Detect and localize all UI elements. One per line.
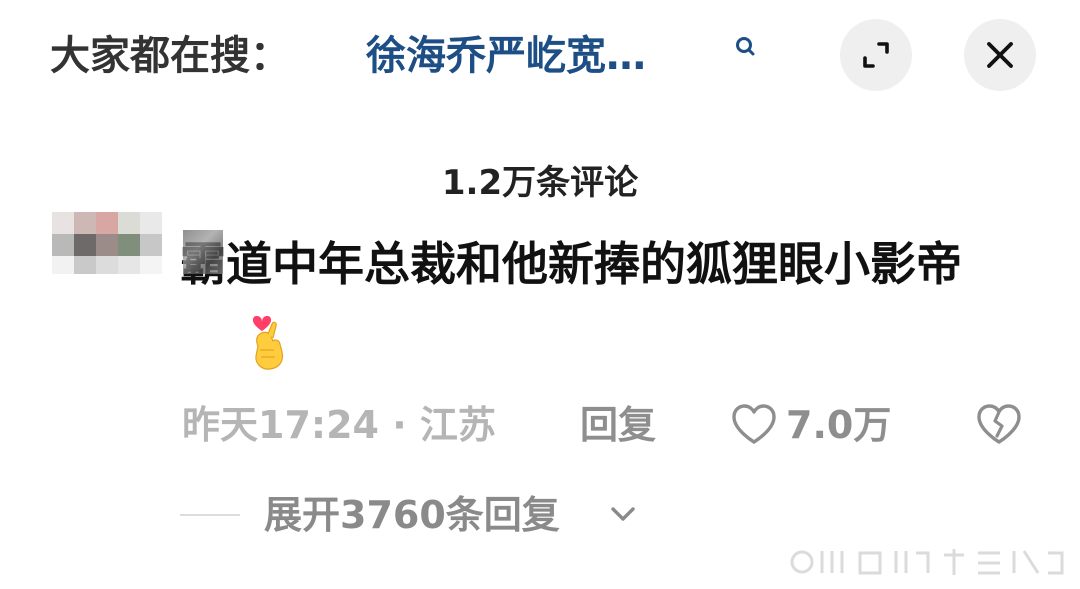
comment-time-location: 昨天17:24 · 江苏: [182, 403, 496, 447]
comment-count-title: 1.2万条评论: [441, 163, 639, 203]
comment-text: 霸道中年总裁和他新捧的狐狸眼小影帝: [180, 237, 962, 291]
expand-replies-button[interactable]: 展开3760条回复: [264, 488, 560, 542]
like-count: 7.0万: [786, 403, 892, 447]
expand-button[interactable]: [840, 19, 912, 91]
close-button[interactable]: [964, 19, 1036, 91]
close-icon: [987, 42, 1013, 68]
watermark-logo: [790, 549, 1064, 575]
reply-button[interactable]: 回复: [580, 398, 656, 452]
heart-outline-icon[interactable]: [730, 402, 778, 446]
expand-icon: [863, 42, 889, 68]
avatar[interactable]: [52, 212, 162, 274]
redaction-blur: [183, 230, 223, 274]
search-icon[interactable]: [733, 34, 759, 60]
search-bar: 大家都在搜： 徐海乔严屹宽…: [0, 0, 1080, 115]
finger-heart-emoji-icon: [252, 315, 284, 370]
search-query-link[interactable]: 徐海乔严屹宽…: [366, 26, 646, 86]
broken-heart-icon[interactable]: [974, 402, 1024, 446]
search-prefix-label: 大家都在搜：: [50, 33, 290, 79]
chevron-down-icon[interactable]: [608, 502, 638, 526]
divider-line: [180, 514, 240, 516]
